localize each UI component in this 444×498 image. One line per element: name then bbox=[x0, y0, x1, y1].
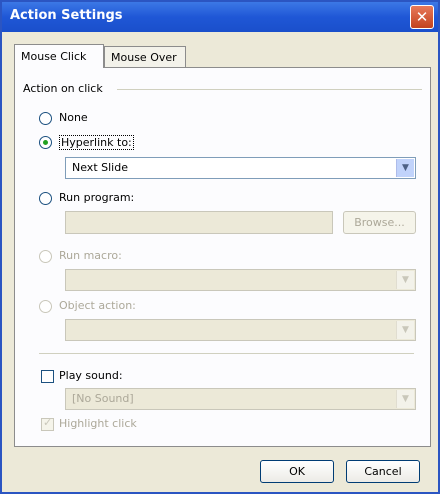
run-program-radio[interactable] bbox=[39, 192, 52, 205]
run-macro-radio bbox=[39, 250, 52, 263]
title-bar[interactable]: Action Settings ✕ bbox=[2, 2, 438, 32]
play-sound-checkbox[interactable] bbox=[41, 370, 54, 383]
hyperlink-select[interactable]: Next Slide ▼ bbox=[65, 157, 416, 179]
section-divider bbox=[39, 353, 414, 354]
action-settings-dialog: Action Settings ✕ Mouse Click Mouse Over… bbox=[0, 0, 440, 494]
cancel-button[interactable]: Cancel bbox=[346, 460, 420, 483]
play-sound-label[interactable]: Play sound: bbox=[59, 369, 123, 382]
sound-select: [No Sound] ▼ bbox=[65, 388, 416, 410]
close-button[interactable]: ✕ bbox=[410, 5, 434, 29]
mouse-click-panel: Action on click None Hyperlink to: Next … bbox=[14, 67, 431, 447]
chevron-down-icon: ▼ bbox=[396, 271, 414, 289]
object-action-label: Object action: bbox=[59, 299, 136, 312]
highlight-click-checkbox: ✓ bbox=[41, 416, 54, 431]
sound-select-value: [No Sound] bbox=[72, 392, 134, 405]
chevron-down-icon: ▼ bbox=[396, 321, 414, 339]
close-icon: ✕ bbox=[415, 8, 429, 26]
hyperlink-select-value: Next Slide bbox=[72, 161, 128, 174]
none-radio[interactable] bbox=[39, 112, 52, 125]
tab-mouse-over[interactable]: Mouse Over bbox=[104, 46, 186, 67]
run-macro-label: Run macro: bbox=[59, 249, 122, 262]
tab-mouse-click[interactable]: Mouse Click bbox=[14, 44, 104, 68]
run-program-label[interactable]: Run program: bbox=[59, 191, 134, 204]
chevron-down-icon: ▼ bbox=[396, 390, 414, 408]
none-label[interactable]: None bbox=[59, 111, 88, 124]
hyperlink-label[interactable]: Hyperlink to: bbox=[59, 135, 134, 150]
object-action-radio bbox=[39, 300, 52, 313]
run-program-field[interactable] bbox=[65, 211, 333, 234]
tab-mouse-over-label: Mouse Over bbox=[111, 51, 177, 64]
run-macro-select: ▼ bbox=[65, 269, 416, 291]
browse-button[interactable]: Browse... bbox=[343, 211, 416, 234]
group-divider bbox=[117, 89, 422, 90]
chevron-down-icon[interactable]: ▼ bbox=[396, 159, 414, 177]
ok-button[interactable]: OK bbox=[260, 460, 334, 483]
hyperlink-radio[interactable] bbox=[39, 136, 52, 149]
highlight-click-label: Highlight click bbox=[59, 417, 137, 430]
dialog-title: Action Settings bbox=[10, 8, 123, 23]
tab-mouse-click-label: Mouse Click bbox=[21, 50, 87, 63]
action-on-click-group-label: Action on click bbox=[23, 82, 103, 95]
checkmark-icon: ✓ bbox=[43, 416, 53, 429]
object-action-select: ▼ bbox=[65, 319, 416, 341]
